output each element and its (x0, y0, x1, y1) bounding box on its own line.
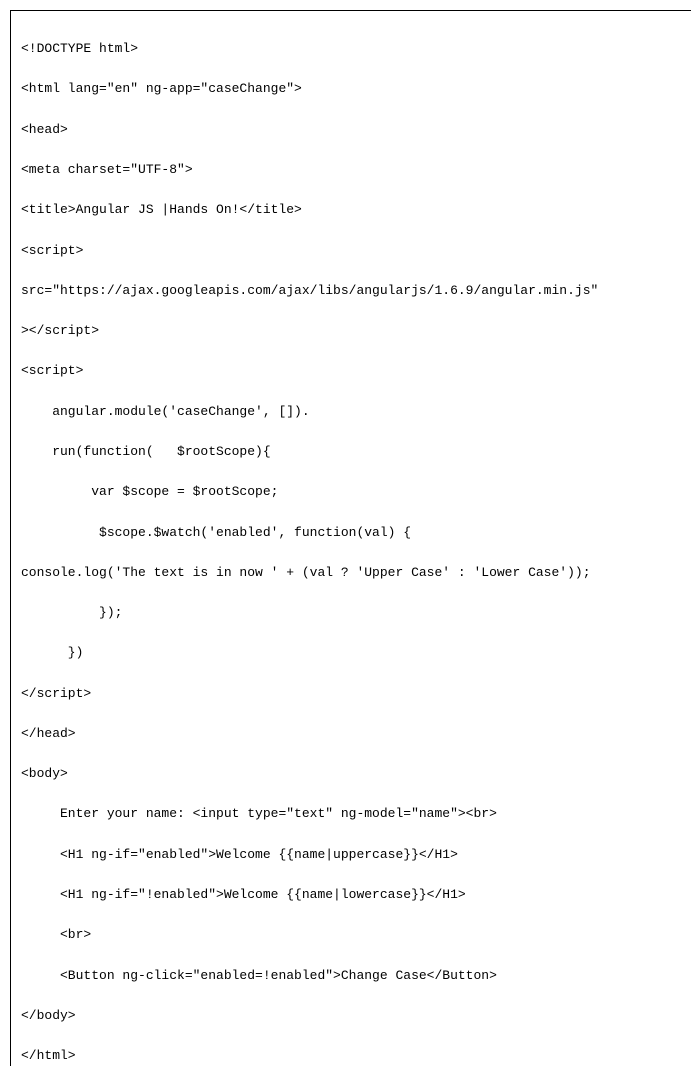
code-line: <script> (21, 361, 690, 381)
code-line: <script> (21, 241, 690, 261)
code-line: </script> (21, 684, 690, 704)
code-line: </body> (21, 1006, 690, 1026)
code-line: ></script> (21, 321, 690, 341)
code-line: </head> (21, 724, 690, 744)
code-line: <title>Angular JS |Hands On!</title> (21, 200, 690, 220)
code-line: angular.module('caseChange', []). (21, 402, 690, 422)
code-line: <Button ng-click="enabled=!enabled">Chan… (21, 966, 690, 986)
code-line: <H1 ng-if="enabled">Welcome {{name|upper… (21, 845, 690, 865)
code-line: <!DOCTYPE html> (21, 39, 690, 59)
code-line: run(function( $rootScope){ (21, 442, 690, 462)
code-line: }) (21, 643, 690, 663)
code-line: <html lang="en" ng-app="caseChange"> (21, 79, 690, 99)
code-line: console.log('The text is in now ' + (val… (21, 563, 690, 583)
code-line: <body> (21, 764, 690, 784)
code-line: var $scope = $rootScope; (21, 482, 690, 502)
code-line: <H1 ng-if="!enabled">Welcome {{name|lowe… (21, 885, 690, 905)
code-line: src="https://ajax.googleapis.com/ajax/li… (21, 281, 690, 301)
code-line: <head> (21, 120, 690, 140)
code-line: </html> (21, 1046, 690, 1066)
code-snippet-container: <!DOCTYPE html> <html lang="en" ng-app="… (10, 10, 691, 1066)
code-line: <meta charset="UTF-8"> (21, 160, 690, 180)
code-line: }); (21, 603, 690, 623)
code-line: <br> (21, 925, 690, 945)
code-line: Enter your name: <input type="text" ng-m… (21, 804, 690, 824)
